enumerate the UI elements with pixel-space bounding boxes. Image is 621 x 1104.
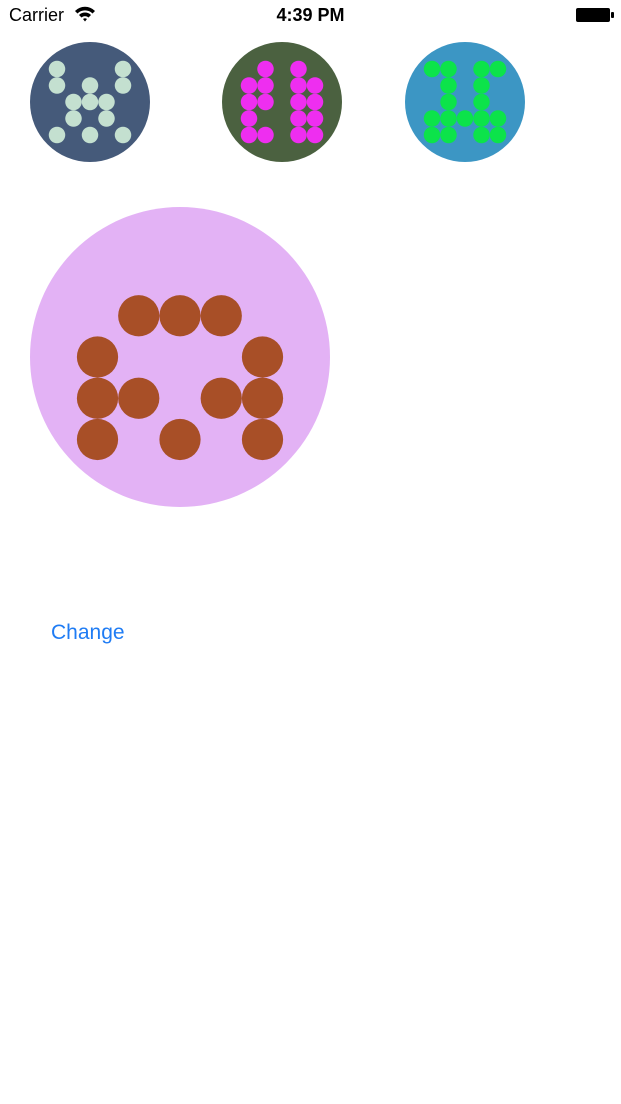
avatar-small-2-graphic [222,42,342,162]
avatar-dot [440,110,457,127]
avatar-small-2 [222,42,342,162]
avatar-dot [290,110,307,127]
avatar-dot [290,77,307,94]
avatar-dot [76,377,119,419]
avatar-dot [473,60,490,78]
avatar-dot [65,110,82,127]
status-time: 4:39 PM [276,5,345,25]
change-button[interactable]: Change [51,621,125,645]
avatar-small-1-graphic [30,42,150,162]
avatar-dot [423,60,441,78]
avatar-dot [240,77,258,94]
avatar-dot [118,295,160,337]
avatar-dot [440,60,457,78]
avatar-background [222,42,342,162]
avatar-dot [81,77,99,94]
avatar-dot [81,126,99,144]
battery-icon [576,8,614,22]
avatar-dot [48,77,66,94]
avatar-dot [200,295,242,337]
avatar-dot [48,60,66,78]
avatar-dot [98,93,115,111]
avatar-dot [489,110,507,127]
avatar-background [30,207,330,507]
status-bar: Carrier 4:39 PM [0,0,621,32]
avatar-dot [118,377,160,419]
avatar-dot [241,377,284,419]
avatar-dot [257,60,274,78]
avatar-dot [290,126,307,144]
avatar-dot [257,77,274,94]
avatar-dot [240,110,258,127]
avatar-dot [306,93,324,111]
avatar-dot [200,377,242,419]
avatar-dot [114,60,132,78]
avatar-dot [240,126,258,144]
avatar-dot [76,336,119,378]
avatar-dot [473,93,490,111]
avatar-dot [306,110,324,127]
avatar-dot [159,295,201,337]
avatar-dot [65,93,82,111]
avatar-small-1 [30,42,150,162]
avatar-dot [423,110,441,127]
avatar-dot [290,60,307,78]
avatar-dot [290,93,307,111]
avatar-dot [76,418,119,461]
avatar-dot [306,77,324,94]
avatar-large-graphic [30,207,330,507]
avatar-dot [257,93,274,111]
avatar-dot [473,110,490,127]
avatar-dot [440,77,457,94]
avatar-dot [114,126,132,144]
avatar-dot [489,126,507,144]
avatar-dot [473,126,490,144]
avatar-large [30,207,330,507]
avatar-dot [440,93,457,111]
avatar-small-3 [405,42,525,162]
avatar-dot [48,126,66,144]
avatar-dot [241,418,284,461]
avatar-dot [114,77,132,94]
avatar-dot [456,110,474,127]
avatar-dot [98,110,115,127]
avatar-dot [489,60,507,78]
avatar-dot [440,126,457,144]
avatar-dot [159,418,201,461]
avatar-dot [473,77,490,94]
avatar-small-3-graphic [405,42,525,162]
avatar-dot [423,126,441,144]
avatar-dot [241,336,284,378]
avatar-dot [81,93,99,111]
avatar-background [405,42,525,162]
avatar-dot [240,93,258,111]
avatar-dot [306,126,324,144]
avatar-dot [257,126,274,144]
